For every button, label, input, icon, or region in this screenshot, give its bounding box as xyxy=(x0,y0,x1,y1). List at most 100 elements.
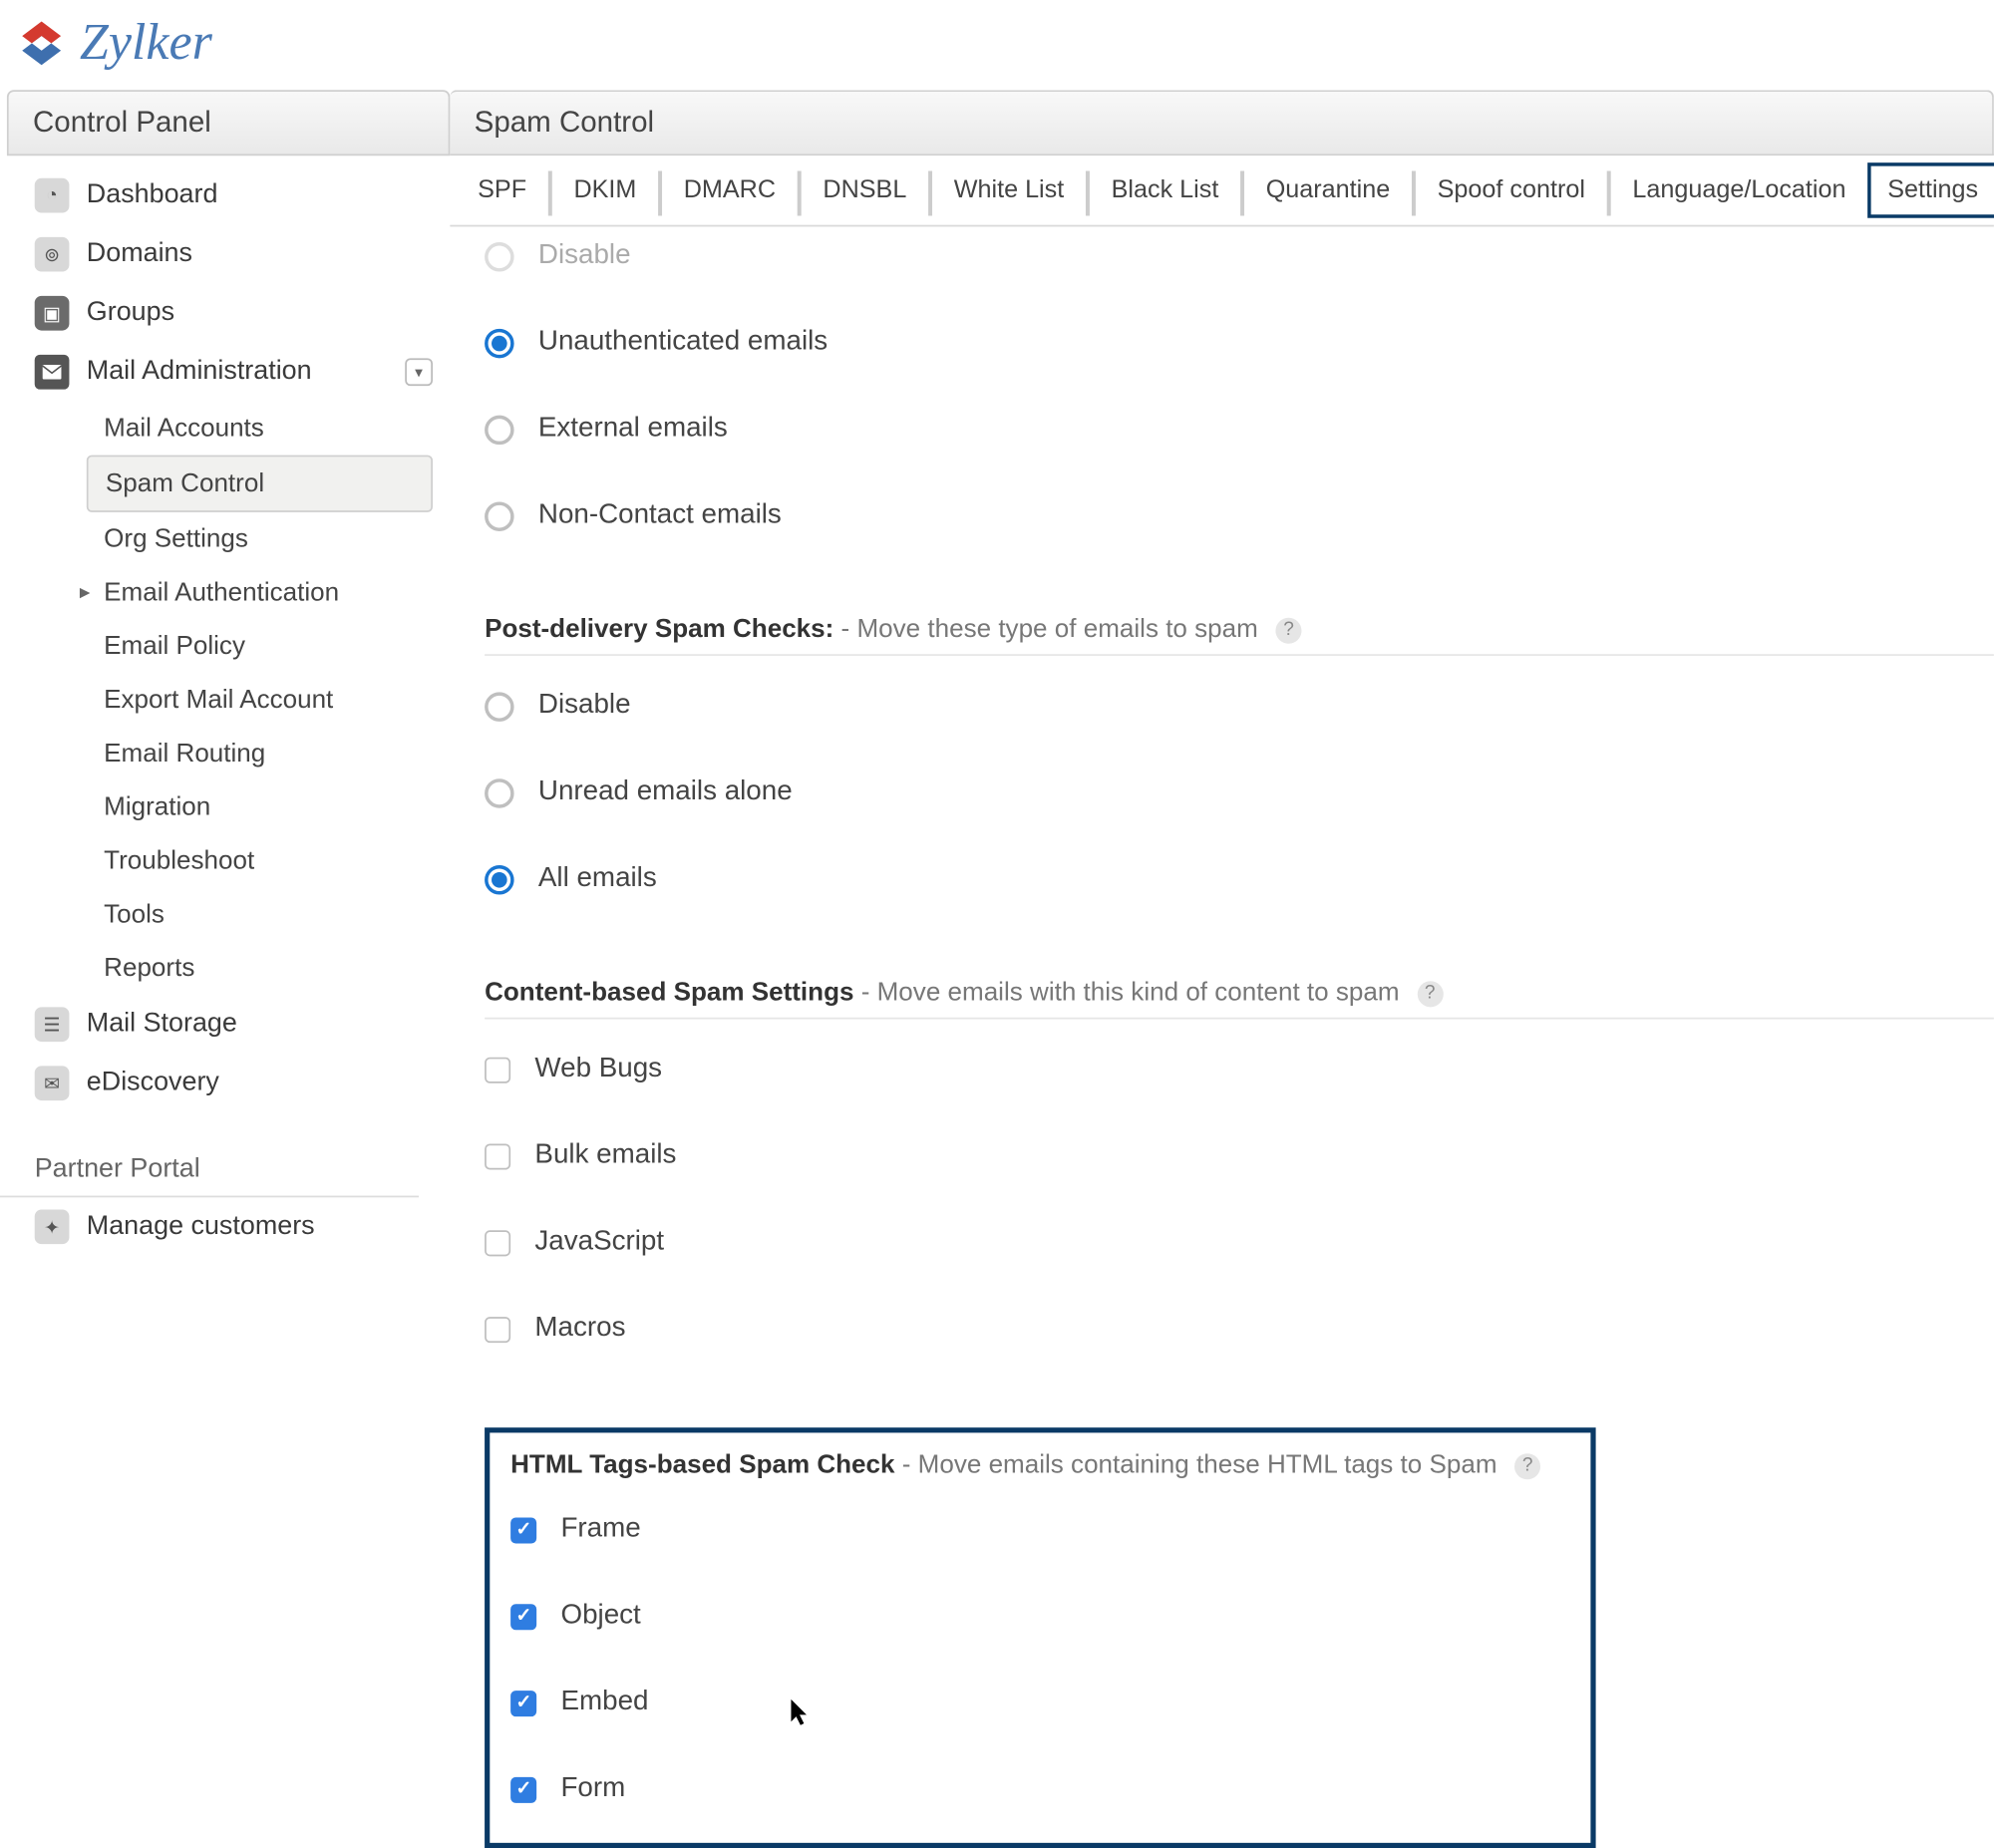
tab-dnsbl[interactable]: DNSBL xyxy=(810,162,921,218)
radio-option-unread-emails-alone[interactable]: Unread emails alone xyxy=(485,760,1994,846)
sidebar-item-groups[interactable]: ▣ Groups xyxy=(0,284,450,343)
tab-language-location[interactable]: Language/Location xyxy=(1618,162,1859,218)
sidebar-item-manage-customers[interactable]: ✦ Manage customers xyxy=(0,1197,450,1256)
tab-settings[interactable]: Settings xyxy=(1866,162,1994,218)
radio-icon[interactable] xyxy=(485,328,514,358)
partner-portal-heading: Partner Portal xyxy=(0,1137,419,1198)
sidebar-sub-reports[interactable]: Reports xyxy=(42,941,451,995)
tabs-bar: SPF| DKIM| DMARC| DNSBL| White List| Bla… xyxy=(450,155,1994,226)
sidebar-sub-email-policy[interactable]: Email Policy xyxy=(42,619,451,673)
checkbox-option-embed[interactable]: Embed xyxy=(510,1670,1569,1756)
brand-name: Zylker xyxy=(80,14,212,73)
tab-black-list[interactable]: Black List xyxy=(1098,162,1233,218)
radio-icon[interactable] xyxy=(485,415,514,445)
checkbox-option-bulk-emails[interactable]: Bulk emails xyxy=(485,1123,1994,1210)
sidebar-sub-migration[interactable]: Migration xyxy=(42,780,451,834)
checkbox-option-macros[interactable]: Macros xyxy=(485,1296,1994,1383)
tab-white-list[interactable]: White List xyxy=(940,162,1078,218)
section-title: Post-delivery Spam Checks: xyxy=(485,614,833,644)
option-label: Object xyxy=(560,1601,640,1632)
checkbox-icon[interactable] xyxy=(485,1229,510,1255)
html-tags-heading: HTML Tags-based Spam Check - Move emails… xyxy=(510,1450,1569,1493)
section-subtitle: - Move these type of emails to spam xyxy=(841,614,1258,644)
sidebar-item-dashboard[interactable]: ◔ Dashboard xyxy=(0,166,450,225)
help-icon[interactable]: ? xyxy=(1514,1452,1540,1478)
gauge-icon: ◔ xyxy=(35,178,70,213)
help-icon[interactable]: ? xyxy=(1275,617,1301,643)
tab-spf[interactable]: SPF xyxy=(464,162,540,218)
tab-spoof-control[interactable]: Spoof control xyxy=(1424,162,1599,218)
checkbox-option-web-bugs[interactable]: Web Bugs xyxy=(485,1037,1994,1123)
option-label: Embed xyxy=(560,1688,648,1718)
option-label: All emails xyxy=(538,863,657,894)
checkbox-option-form[interactable]: Form xyxy=(510,1756,1569,1812)
sidebar-item-label: Dashboard xyxy=(87,180,218,211)
checkbox-icon[interactable] xyxy=(510,1517,536,1543)
main-panel: Spam Control SPF| DKIM| DMARC| DNSBL| Wh… xyxy=(450,90,1994,1799)
sidebar-sub-mail-accounts[interactable]: Mail Accounts xyxy=(42,402,451,456)
sidebar-item-domains[interactable]: ⊚ Domains xyxy=(0,225,450,284)
sidebar: Control Panel ◔ Dashboard ⊚ Domains ▣ Gr… xyxy=(0,90,450,1799)
tab-dkim[interactable]: DKIM xyxy=(560,162,651,218)
option-label: Disable xyxy=(538,240,631,271)
checkbox-icon[interactable] xyxy=(485,1143,510,1169)
sidebar-title: Control Panel xyxy=(7,90,450,155)
radio-option-non-contact-emails[interactable]: Non-Contact emails xyxy=(485,482,1994,569)
radio-icon[interactable] xyxy=(485,777,514,807)
sidebar-item-label: Domains xyxy=(87,239,192,270)
tab-dmarc[interactable]: DMARC xyxy=(670,162,790,218)
checkbox-option-frame[interactable]: Frame xyxy=(510,1497,1569,1584)
radio-option-unauthenticated-emails[interactable]: Unauthenticated emails xyxy=(485,310,1994,397)
radio-option-external-emails[interactable]: External emails xyxy=(485,397,1994,483)
option-label: Form xyxy=(560,1773,625,1804)
sidebar-item-label: Mail Administration xyxy=(87,357,312,388)
html-tags-options: Frame Object Embed Form xyxy=(510,1493,1569,1822)
section-title: Content-based Spam Settings xyxy=(485,978,853,1008)
sidebar-sub-tools[interactable]: Tools xyxy=(42,888,451,942)
option-label: Unread emails alone xyxy=(538,776,793,807)
settings-content: Disable Unauthenticated emails External … xyxy=(450,226,1994,1848)
radio-option-disable[interactable]: Disable xyxy=(485,240,1994,309)
post-delivery-heading: Post-delivery Spam Checks: - Move these … xyxy=(485,580,1994,656)
option-label: Unauthenticated emails xyxy=(538,327,828,358)
sidebar-item-label: Mail Storage xyxy=(87,1009,237,1040)
sidebar-sub-org-settings[interactable]: Org Settings xyxy=(42,512,451,566)
sidebar-sub-email-routing[interactable]: Email Routing xyxy=(42,727,451,780)
sidebar-sub-troubleshoot[interactable]: Troubleshoot xyxy=(42,834,451,888)
page-title: Spam Control xyxy=(450,90,1994,155)
option-label: Frame xyxy=(560,1514,640,1545)
checkbox-option-object[interactable]: Object xyxy=(510,1583,1569,1670)
radio-icon[interactable] xyxy=(485,241,514,271)
checkbox-icon[interactable] xyxy=(510,1603,536,1629)
radio-icon[interactable] xyxy=(485,692,514,722)
sidebar-item-label: eDiscovery xyxy=(87,1068,219,1098)
checkbox-icon[interactable] xyxy=(485,1316,510,1342)
post-delivery-options: Disable Unread emails alone All emails xyxy=(485,656,1994,943)
option-label: External emails xyxy=(538,414,728,445)
chevron-down-icon[interactable]: ▾ xyxy=(405,358,433,386)
tab-quarantine[interactable]: Quarantine xyxy=(1252,162,1404,218)
globe-icon: ⊚ xyxy=(35,237,70,272)
radio-icon[interactable] xyxy=(485,864,514,894)
radio-icon[interactable] xyxy=(485,501,514,531)
sidebar-sub-export-mail-account[interactable]: Export Mail Account xyxy=(42,673,451,727)
sidebar-item-mail-administration[interactable]: Mail Administration ▾ xyxy=(0,343,450,402)
checkbox-icon[interactable] xyxy=(485,1057,510,1082)
checkbox-icon[interactable] xyxy=(510,1776,536,1802)
logo-icon xyxy=(17,19,66,68)
help-icon[interactable]: ? xyxy=(1417,980,1443,1006)
sidebar-sub-email-authentication[interactable]: Email Authentication xyxy=(42,566,451,620)
checkbox-option-javascript[interactable]: JavaScript xyxy=(485,1209,1994,1296)
sidebar-item-ediscovery[interactable]: ✉ eDiscovery xyxy=(0,1054,450,1112)
sidebar-item-mail-storage[interactable]: ☰ Mail Storage xyxy=(0,995,450,1054)
search-mail-icon: ✉ xyxy=(35,1066,70,1100)
option-label: Web Bugs xyxy=(534,1054,662,1084)
radio-option-pd-disable[interactable]: Disable xyxy=(485,673,1994,760)
mail-icon xyxy=(35,355,70,390)
radio-option-all-emails[interactable]: All emails xyxy=(485,846,1994,933)
sidebar-sub-spam-control[interactable]: Spam Control xyxy=(87,456,433,512)
sidebar-item-label: Groups xyxy=(87,298,174,329)
checkbox-icon[interactable] xyxy=(510,1690,536,1715)
option-label: Bulk emails xyxy=(534,1140,676,1171)
sender-based-options: Disable Unauthenticated emails External … xyxy=(485,226,1994,579)
